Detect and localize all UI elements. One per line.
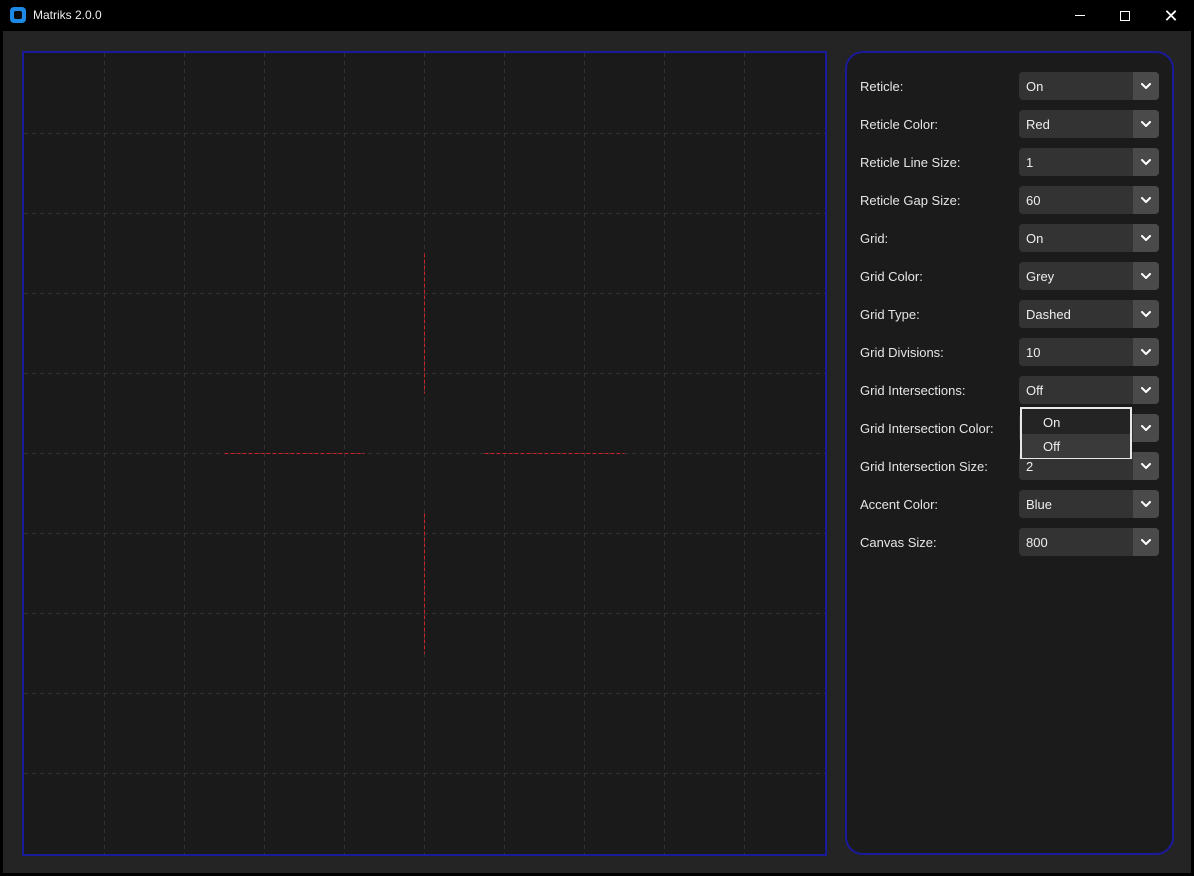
dropdown-value: On — [1026, 231, 1044, 246]
chevron-down-icon[interactable] — [1133, 110, 1159, 138]
minimize-button[interactable] — [1057, 0, 1103, 31]
dropdown-value: Grey — [1026, 269, 1055, 284]
dropdown-value: 1 — [1026, 155, 1034, 170]
setting-row-grid-color: Grid Color: Grey — [847, 262, 1172, 290]
dropdown-value: Dashed — [1026, 307, 1071, 322]
chevron-down-icon[interactable] — [1133, 186, 1159, 214]
grid-intersections-dropdown[interactable]: Off — [1019, 376, 1159, 404]
window-title: Matriks 2.0.0 — [33, 8, 102, 22]
grid-type-dropdown[interactable]: Dashed — [1019, 300, 1159, 328]
setting-row-reticle-gap-size: Reticle Gap Size: 60 — [847, 186, 1172, 214]
dropdown-value: 800 — [1026, 535, 1048, 550]
dropdown-value: 2 — [1026, 459, 1034, 474]
setting-label: Canvas Size: — [860, 535, 937, 550]
reticle-line-size-dropdown[interactable]: 1 — [1019, 148, 1159, 176]
chevron-down-icon[interactable] — [1133, 490, 1159, 518]
menu-option-off[interactable]: Off — [1022, 434, 1130, 458]
chevron-down-icon[interactable] — [1133, 224, 1159, 252]
maximize-icon — [1120, 10, 1130, 21]
grid-divisions-dropdown[interactable]: 10 — [1019, 338, 1159, 366]
accent-color-dropdown[interactable]: Blue — [1019, 490, 1159, 518]
setting-label: Grid Intersection Size: — [860, 459, 988, 474]
reticle-color-dropdown[interactable]: Red — [1019, 110, 1159, 138]
chevron-down-icon[interactable] — [1133, 300, 1159, 328]
setting-row-grid-type: Grid Type: Dashed — [847, 300, 1172, 328]
chevron-down-icon[interactable] — [1133, 338, 1159, 366]
setting-row-grid-divisions: Grid Divisions: 10 — [847, 338, 1172, 366]
chevron-down-icon[interactable] — [1133, 528, 1159, 556]
setting-row-reticle-color: Reticle Color: Red — [847, 110, 1172, 138]
reticle-dropdown[interactable]: On — [1019, 72, 1159, 100]
chevron-down-icon[interactable] — [1133, 452, 1159, 480]
dropdown-value: 60 — [1026, 193, 1041, 208]
chevron-down-icon[interactable] — [1133, 376, 1159, 404]
reticle-gap-size-dropdown[interactable]: 60 — [1019, 186, 1159, 214]
setting-label: Reticle: — [860, 79, 904, 94]
dropdown-value: Red — [1026, 117, 1050, 132]
canvas-size-dropdown[interactable]: 800 — [1019, 528, 1159, 556]
dropdown-value: On — [1026, 79, 1044, 94]
dropdown-value: 10 — [1026, 345, 1041, 360]
dropdown-menu: On Off — [1020, 407, 1132, 459]
setting-row-canvas-size: Canvas Size: 800 — [847, 528, 1172, 556]
preview-canvas — [22, 51, 827, 856]
maximize-button[interactable] — [1102, 0, 1148, 31]
dropdown-value: Off — [1026, 383, 1044, 398]
setting-label: Grid Intersections: — [860, 383, 966, 398]
setting-label: Grid Type: — [860, 307, 920, 322]
setting-row-accent-color: Accent Color: Blue — [847, 490, 1172, 518]
chevron-down-icon[interactable] — [1133, 72, 1159, 100]
app-icon — [10, 7, 26, 23]
setting-label: Grid Color: — [860, 269, 923, 284]
setting-label: Reticle Line Size: — [860, 155, 961, 170]
setting-row-grid-intersections: Grid Intersections: Off — [847, 376, 1172, 404]
title-bar: Matriks 2.0.0 ✕ — [0, 0, 1194, 31]
close-icon: ✕ — [1163, 5, 1179, 26]
grid-dropdown[interactable]: On — [1019, 224, 1159, 252]
chevron-down-icon[interactable] — [1133, 148, 1159, 176]
setting-label: Grid: — [860, 231, 889, 246]
setting-row-reticle: Reticle: On — [847, 72, 1172, 100]
canvas-drawing — [24, 53, 825, 854]
chevron-down-icon[interactable] — [1133, 414, 1159, 442]
setting-label: Reticle Color: — [860, 117, 939, 132]
setting-label: Grid Divisions: — [860, 345, 944, 360]
setting-row-reticle-line-size: Reticle Line Size: 1 — [847, 148, 1172, 176]
minimize-icon — [1075, 15, 1085, 16]
dropdown-value: Blue — [1026, 497, 1053, 512]
chevron-down-icon[interactable] — [1133, 262, 1159, 290]
setting-label: Reticle Gap Size: — [860, 193, 961, 208]
setting-label: Accent Color: — [860, 497, 939, 512]
grid-color-dropdown[interactable]: Grey — [1019, 262, 1159, 290]
menu-option-on[interactable]: On — [1022, 410, 1130, 434]
setting-label: Grid Intersection Color: — [860, 421, 994, 436]
setting-row-grid: Grid: On — [847, 224, 1172, 252]
close-button[interactable]: ✕ — [1148, 0, 1194, 31]
